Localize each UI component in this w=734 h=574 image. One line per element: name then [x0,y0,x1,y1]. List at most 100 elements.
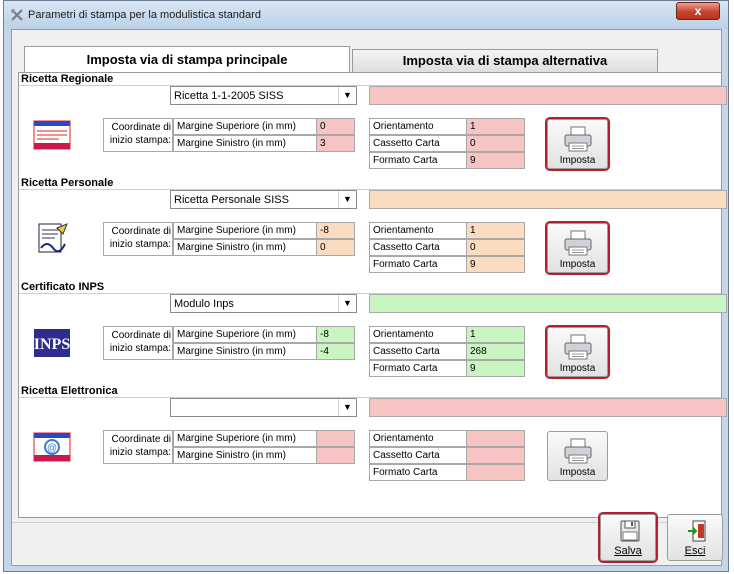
margin-left-field[interactable]: 3 [316,135,355,152]
chevron-down-icon[interactable]: ▼ [338,399,356,416]
svg-text:@: @ [47,443,57,454]
tray-label: Cassetto Carta [369,343,467,360]
imposta-button[interactable]: Imposta [547,119,608,169]
coord-label-line2: inizio stampa: [109,135,171,146]
paper-format-label: Formato Carta [369,464,467,481]
printer-icon [564,438,592,464]
orientation-label: Orientamento [369,222,467,239]
paper-format-field[interactable] [466,464,525,481]
orientation-field[interactable] [466,430,525,447]
printer-icon [564,126,592,152]
tray-field[interactable] [466,447,525,464]
combo-value: Modulo Inps [174,298,234,310]
window-title: Parametri di stampa per la modulistica s… [28,9,261,21]
chevron-down-icon[interactable]: ▼ [338,295,356,312]
exit-label: Esci [684,545,706,557]
tray-field[interactable]: 268 [466,343,525,360]
margin-left-field[interactable]: -4 [316,343,355,360]
coordinate-label: Coordinate di inizio stampa: [103,118,173,152]
coord-label-line1: Coordinate di [111,226,171,237]
coordinate-label: Coordinate di inizio stampa: [103,222,173,256]
margin-left-field[interactable]: 0 [316,239,355,256]
exit-door-icon [688,520,706,542]
printer-info-bar [369,398,727,417]
section-title: Ricetta Personale [21,177,114,189]
chevron-down-icon[interactable]: ▼ [338,87,356,104]
print-section-1: Ricetta Regionale Ricetta 1-1-2005 SISS … [19,73,727,177]
paper-format-label: Formato Carta [369,152,467,169]
margin-left-label: Margine Sinistro (in mm) [173,239,317,256]
close-button[interactable]: x [676,2,720,20]
floppy-disk-icon [620,520,640,542]
margin-top-field[interactable] [316,430,355,447]
imposta-button[interactable]: Imposta [547,223,608,273]
print-section-2: Ricetta Personale Ricetta Personale SISS… [19,177,727,281]
margin-top-label: Margine Superiore (in mm) [173,118,317,135]
printer-info-bar [369,190,727,209]
margin-left-field[interactable] [316,447,355,464]
orientation-label: Orientamento [369,430,467,447]
imposta-label: Imposta [559,467,596,478]
section-title: Certificato INPS [21,281,105,293]
margin-top-label: Margine Superiore (in mm) [173,430,317,447]
combo-value: Ricetta 1-1-2005 SISS [174,90,284,102]
printer-combo[interactable]: Ricetta 1-1-2005 SISS ▼ [170,86,357,105]
coord-label-line1: Coordinate di [111,434,171,445]
ricetta-regionale-icon [33,118,71,152]
coord-label-line1: Coordinate di [111,122,171,133]
paper-format-field[interactable]: 9 [466,360,525,377]
dialog-window: Parametri di stampa per la modulistica s… [3,0,729,572]
printer-combo[interactable]: Modulo Inps ▼ [170,294,357,313]
imposta-button[interactable]: Imposta [547,431,608,481]
tray-field[interactable]: 0 [466,239,525,256]
tools-icon [11,9,23,21]
save-button[interactable]: Salva [600,514,656,561]
coord-label-line2: inizio stampa: [109,239,171,250]
inps-logo-icon: INPS [33,326,71,360]
printer-combo[interactable]: ▼ [170,398,357,417]
imposta-label: Imposta [559,155,596,166]
signature-document-icon [33,222,71,256]
margin-top-field[interactable]: 0 [316,118,355,135]
client-area: Imposta via di stampa principale Imposta… [11,29,727,566]
section-title: Ricetta Elettronica [21,385,118,397]
orientation-label: Orientamento [369,326,467,343]
tray-field[interactable]: 0 [466,135,525,152]
exit-button[interactable]: Esci [667,514,723,561]
printer-icon [564,334,592,360]
paper-format-label: Formato Carta [369,256,467,273]
margin-top-field[interactable]: -8 [316,326,355,343]
coord-label-line2: inizio stampa: [109,343,171,354]
tab-panel: Ricetta Regionale Ricetta 1-1-2005 SISS … [18,72,727,518]
imposta-label: Imposta [559,363,596,374]
ricetta-elettronica-icon: @ [33,430,71,464]
paper-format-field[interactable]: 9 [466,256,525,273]
print-section-4: Ricetta Elettronica ▼ @ Coordinate di in… [19,385,727,489]
margin-top-field[interactable]: -8 [316,222,355,239]
title-bar: Parametri di stampa per la modulistica s… [4,1,728,29]
coordinate-label: Coordinate di inizio stampa: [103,430,173,464]
printer-info-bar [369,294,727,313]
chevron-down-icon[interactable]: ▼ [338,191,356,208]
orientation-field[interactable]: 1 [466,326,525,343]
paper-format-field[interactable]: 9 [466,152,525,169]
tab-alternativa[interactable]: Imposta via di stampa alternativa [352,49,658,73]
margin-left-label: Margine Sinistro (in mm) [173,135,317,152]
svg-text:INPS: INPS [34,336,71,353]
coordinate-label: Coordinate di inizio stampa: [103,326,173,360]
combo-value: Ricetta Personale SISS [174,194,289,206]
printer-combo[interactable]: Ricetta Personale SISS ▼ [170,190,357,209]
margin-left-label: Margine Sinistro (in mm) [173,343,317,360]
tray-label: Cassetto Carta [369,135,467,152]
paper-format-label: Formato Carta [369,360,467,377]
tab-principale[interactable]: Imposta via di stampa principale [24,46,350,73]
section-title: Ricetta Regionale [21,73,114,85]
save-label: Salva [614,545,642,557]
print-section-3: Certificato INPS Modulo Inps ▼ INPS Coor… [19,281,727,385]
orientation-label: Orientamento [369,118,467,135]
orientation-field[interactable]: 1 [466,118,525,135]
imposta-button[interactable]: Imposta [547,327,608,377]
imposta-label: Imposta [559,259,596,270]
orientation-field[interactable]: 1 [466,222,525,239]
margin-top-label: Margine Superiore (in mm) [173,222,317,239]
